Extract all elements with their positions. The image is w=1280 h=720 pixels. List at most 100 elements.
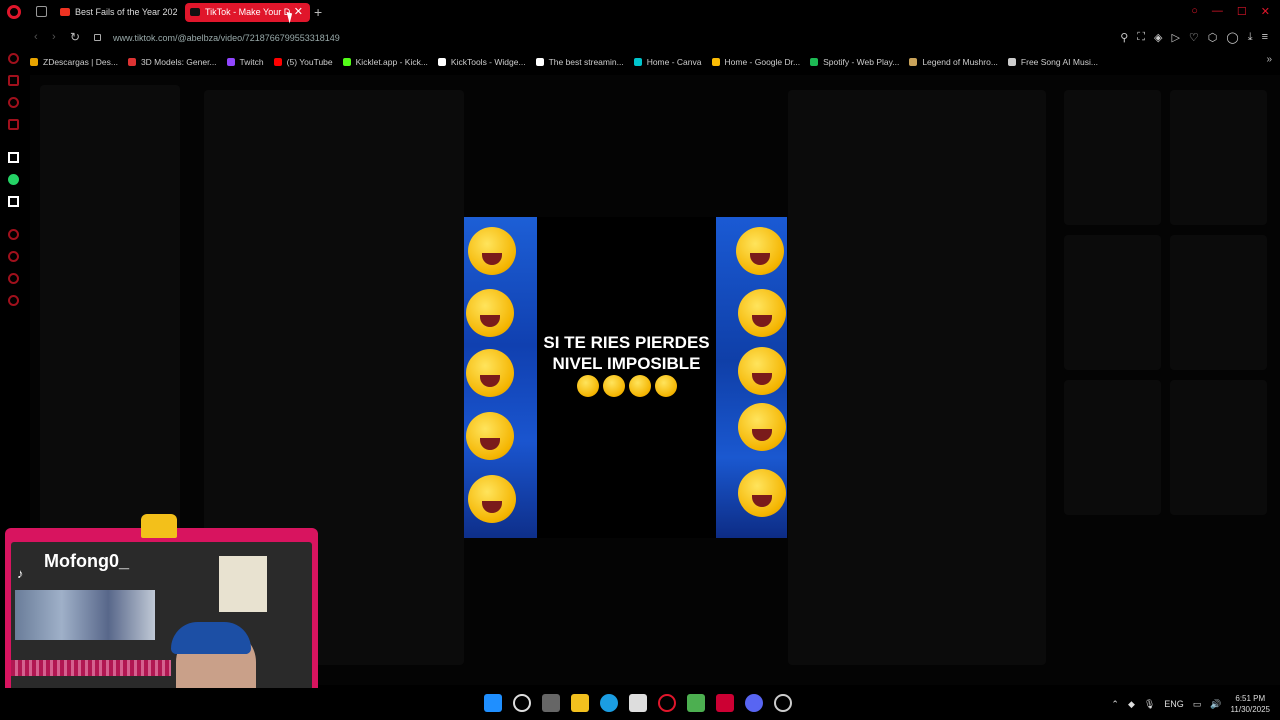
- extensions-icon[interactable]: ⬡: [1208, 31, 1218, 44]
- tab-best-fails[interactable]: Best Fails of the Year 202: [55, 3, 177, 22]
- forward-button[interactable]: ›: [52, 31, 56, 43]
- download-icon[interactable]: ⤓: [1248, 31, 1253, 44]
- video-caption: SI TE RIES PIERDES NIVEL IMPOSIBLE: [537, 332, 716, 374]
- new-tab-button[interactable]: +: [314, 4, 322, 20]
- heart-icon[interactable]: ♡: [1189, 31, 1199, 44]
- laughing-emoji-icon: [468, 227, 516, 275]
- card-placeholder: [1170, 380, 1267, 515]
- bookmark-label: 3D Models: Gener...: [140, 57, 217, 67]
- laughing-emoji-icon: [468, 475, 516, 523]
- video-caption-line-2: NIVEL IMPOSIBLE: [552, 354, 701, 373]
- bookmark-item[interactable]: 3D Models: Gener...: [127, 54, 217, 70]
- whatsapp-icon[interactable]: [8, 174, 19, 185]
- bookmark-item[interactable]: ZDescargas | Des...: [30, 54, 118, 70]
- sidebar-icon-1[interactable]: [8, 53, 19, 64]
- shield-icon[interactable]: ◈: [1154, 31, 1162, 44]
- streamer-name: Mofong0_: [44, 551, 129, 571]
- chevron-up-icon[interactable]: ⌃: [1111, 699, 1119, 710]
- profile-icon[interactable]: ◯: [1226, 31, 1238, 44]
- laughing-emoji-icon: [466, 349, 514, 397]
- sidebar-icon-2[interactable]: [8, 75, 19, 86]
- settings-icon[interactable]: [8, 295, 19, 306]
- webcam-shelf: [15, 590, 155, 640]
- volume-icon[interactable]: 🔊: [1210, 699, 1221, 710]
- x-icon[interactable]: [8, 196, 19, 207]
- search-tabs-icon[interactable]: ○: [1191, 5, 1198, 18]
- bookmark-item[interactable]: The best streamin...: [535, 54, 624, 70]
- bookmarks-bar: ZDescargas | Des... 3D Models: Gener... Tw…: [30, 54, 1280, 70]
- tiktok-icon: ♪: [17, 566, 24, 581]
- aria-icon[interactable]: [8, 152, 19, 163]
- laughing-emoji-icon: [577, 375, 599, 397]
- laughing-emoji-icon: [738, 469, 786, 517]
- edge-icon[interactable]: [600, 694, 618, 712]
- bookmark-item[interactable]: Home - Canva: [633, 54, 702, 70]
- shield-tray-icon[interactable]: ◆: [1128, 699, 1135, 710]
- sidebar-icon-4[interactable]: [8, 119, 19, 130]
- bookmark-label: ZDescargas | Des...: [43, 57, 118, 67]
- store-icon[interactable]: [629, 694, 647, 712]
- bookmark-favicon-icon: [810, 58, 819, 66]
- bookmark-item[interactable]: Twitch: [226, 54, 264, 70]
- bluestacks-icon[interactable]: [687, 694, 705, 712]
- bookmarks-more-icon[interactable]: »: [1266, 54, 1272, 65]
- task-view-icon[interactable]: [542, 694, 560, 712]
- close-window-button[interactable]: ✕: [1261, 5, 1270, 18]
- lock-icon: [94, 34, 101, 41]
- sidebar-icon-3[interactable]: [8, 97, 19, 108]
- bookmark-item[interactable]: Kicklet.app - Kick...: [342, 54, 428, 70]
- bookmark-item[interactable]: KickTools - Widge...: [437, 54, 526, 70]
- card-placeholder: [1064, 90, 1161, 225]
- bookmark-item[interactable]: Spotify - Web Play...: [810, 54, 899, 70]
- bookmark-item[interactable]: Legend of Mushro...: [909, 54, 998, 70]
- pin-icon[interactable]: ⚲: [1120, 31, 1128, 44]
- play-icon[interactable]: ▷: [1171, 31, 1179, 44]
- back-button[interactable]: ‹: [34, 31, 38, 43]
- maximize-button[interactable]: ☐: [1237, 5, 1247, 18]
- reload-button[interactable]: ↻: [70, 30, 80, 44]
- opera-gx-icon[interactable]: [658, 694, 676, 712]
- bookmark-item[interactable]: Home - Google Dr...: [711, 54, 800, 70]
- clock[interactable]: 6:51 PM 11/30/2025: [1231, 693, 1270, 715]
- menu-icon[interactable]: ≡: [1262, 31, 1268, 44]
- clock-time: 6:51 PM: [1235, 694, 1266, 703]
- taskbar-apps: [484, 694, 792, 712]
- tab-overview-icon[interactable]: [36, 6, 47, 17]
- minimize-button[interactable]: —: [1212, 5, 1223, 18]
- bookmark-label: The best streamin...: [548, 57, 624, 67]
- laughing-emoji-icon: [466, 289, 514, 337]
- network-icon[interactable]: ▭: [1193, 699, 1202, 710]
- url-field[interactable]: www.tiktok.com/@abelbza/video/7218766799…: [113, 33, 340, 43]
- card-placeholder: [1170, 90, 1267, 225]
- bookmark-favicon-icon: [909, 58, 918, 66]
- emoji-column-right: [716, 217, 787, 538]
- bookmark-label: Twitch: [239, 57, 264, 67]
- search-icon[interactable]: [513, 694, 531, 712]
- discord-icon[interactable]: [745, 694, 763, 712]
- tab-title: Best Fails of the Year 202: [75, 7, 177, 17]
- bookmark-item[interactable]: Free Song AI Musi...: [1007, 54, 1098, 70]
- close-tab-icon[interactable]: ✕: [294, 3, 303, 22]
- history-icon[interactable]: [8, 251, 19, 262]
- address-bar-actions: ⚲ ⛶ ◈ ▷ ♡ ⬡ ◯ ⤓ ≡: [1120, 31, 1268, 44]
- clock-date: 11/30/2025: [1230, 705, 1270, 714]
- laughing-emoji-icon: [738, 403, 786, 451]
- pikachu-badge-icon: [141, 514, 177, 538]
- bookmark-label: KickTools - Widge...: [450, 57, 526, 67]
- opera-logo-icon[interactable]: [7, 5, 21, 19]
- sidebar-icon-6[interactable]: [8, 273, 19, 284]
- bookmark-item[interactable]: (5) YouTube: [273, 54, 333, 70]
- tf-app-icon[interactable]: [716, 694, 734, 712]
- language-indicator[interactable]: ENG: [1164, 699, 1184, 709]
- bookmark-favicon-icon: [30, 58, 38, 66]
- bookmark-favicon-icon: [711, 58, 720, 66]
- microphone-icon[interactable]: 🎙: [1144, 699, 1155, 710]
- sidebar-icon-5[interactable]: [8, 229, 19, 240]
- obs-icon[interactable]: [774, 694, 792, 712]
- card-placeholder: [1064, 235, 1161, 370]
- snapshot-icon[interactable]: ⛶: [1137, 31, 1145, 44]
- system-tray: ⌃ ◆ 🎙 ENG ▭ 🔊 6:51 PM 11/30/2025: [1111, 693, 1270, 715]
- file-explorer-icon[interactable]: [571, 694, 589, 712]
- windows-start-icon[interactable]: [484, 694, 502, 712]
- video-player[interactable]: SI TE RIES PIERDES NIVEL IMPOSIBLE: [464, 217, 787, 538]
